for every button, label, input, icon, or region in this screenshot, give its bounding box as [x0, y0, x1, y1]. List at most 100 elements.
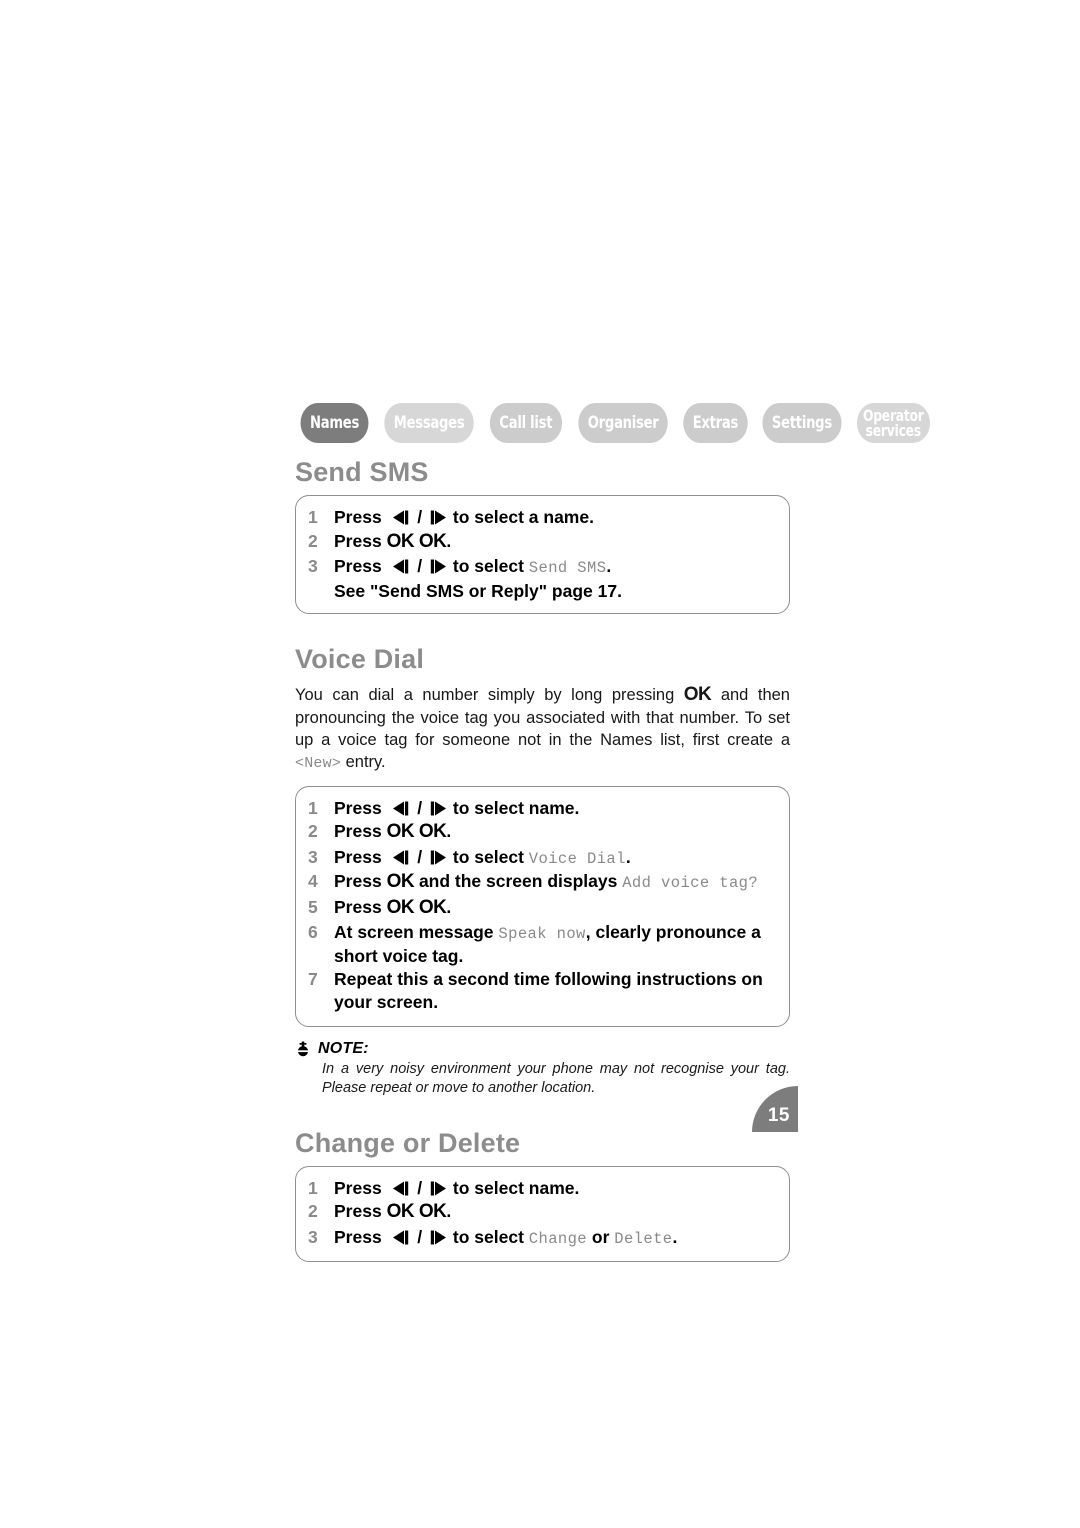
step-item: 5 Press OK OK.: [308, 896, 777, 921]
left-arrow-icon: [392, 559, 411, 574]
step-tail: .: [446, 1201, 452, 1222]
step-item: 3 Press / to select Voice Dial.: [308, 846, 777, 869]
step-action: to select: [452, 846, 524, 867]
note-header: NOTE:: [295, 1040, 790, 1058]
step-text: Press / to select name.: [334, 797, 777, 820]
step-verb: Press: [334, 507, 382, 528]
tab-settings[interactable]: Settings: [762, 403, 842, 443]
step-text: Press OK OK.: [334, 820, 777, 845]
step-text: At screen message Speak now, clearly pro…: [334, 921, 777, 967]
step-verb: Press: [334, 821, 382, 842]
step-number: 3: [308, 1227, 318, 1248]
steps-box-send-sms: 1 Press / to select a name. 2 Press OK O…: [295, 495, 790, 615]
step-tail: .: [446, 530, 452, 551]
step-text: Repeat this a second time following inst…: [334, 969, 763, 1013]
arrow-separator: /: [417, 1177, 423, 1198]
step-text: Press / to select name.: [334, 1177, 777, 1200]
step-text: Press / to select Send SMS.: [334, 555, 777, 578]
right-arrow-icon: [428, 559, 447, 574]
step-text: Press / to select a name.: [334, 506, 777, 529]
step-text: Press OK OK.: [334, 530, 777, 555]
step-item: 3 Press / to select Change or Delete.: [308, 1226, 777, 1249]
step-number: 3: [308, 846, 318, 867]
step-verb: Press: [334, 1177, 382, 1198]
arrow-separator: /: [417, 797, 423, 818]
step-action: to select: [452, 1227, 524, 1248]
tab-operator-services[interactable]: Operator services: [856, 403, 930, 443]
menu-string-delete: Delete: [614, 1230, 673, 1249]
tab-call-list[interactable]: Call list: [490, 403, 562, 443]
step-action: to select: [452, 556, 524, 577]
step-item: 3 Press / to select Send SMS.: [308, 555, 777, 578]
paragraph-text-part3: entry.: [341, 752, 386, 771]
ok-key-icon: OK OK: [386, 1201, 447, 1223]
paragraph-text-part1: You can dial a number simply by long pre…: [295, 686, 684, 705]
step-text: Press / to select Voice Dial.: [334, 846, 777, 869]
step-item: 2 Press OK OK.: [308, 820, 777, 845]
arrow-separator: /: [417, 846, 423, 867]
step-item: 1 Press / to select name.: [308, 797, 777, 820]
menu-string-new: <New>: [295, 754, 342, 772]
step-joiner: or: [591, 1227, 610, 1248]
tab-messages-label: Messages: [393, 412, 465, 433]
section-navigation-tabs: Names Messages Call list Organiser Extra…: [295, 403, 930, 443]
ok-key-icon: OK: [683, 684, 712, 706]
left-arrow-icon: [392, 850, 411, 865]
step-item: 4 Press OK and the screen displays Add v…: [308, 870, 777, 895]
arrow-separator: /: [417, 556, 423, 577]
heading-voice-dial: Voice Dial: [295, 644, 425, 675]
step-item: 2 Press OK OK.: [308, 1200, 777, 1225]
note-label: NOTE:: [318, 1039, 369, 1057]
step-number: 2: [308, 530, 318, 551]
step-action: and the screen displays: [418, 871, 618, 892]
step-verb: Press: [334, 896, 382, 917]
menu-string-change: Change: [528, 1230, 588, 1249]
note-text: In a very noisy environment your phone m…: [322, 1060, 790, 1096]
tab-names-label: Names: [309, 412, 360, 433]
right-arrow-icon: [428, 510, 447, 525]
paragraph-voice-dial: You can dial a number simply by long pre…: [295, 682, 790, 773]
step-number: 7: [308, 969, 318, 990]
step-verb: Press: [334, 1201, 382, 1222]
note-block: NOTE: In a very noisy environment your p…: [295, 1040, 790, 1098]
tab-names[interactable]: Names: [300, 403, 369, 443]
step-tail: .: [606, 556, 612, 577]
tab-messages[interactable]: Messages: [384, 403, 474, 443]
tab-extras[interactable]: Extras: [683, 403, 748, 443]
step-number: 3: [308, 556, 318, 577]
ok-key-icon: OK OK: [386, 896, 447, 918]
right-arrow-icon: [428, 1181, 447, 1196]
tab-organiser-label: Organiser: [587, 412, 659, 433]
step-item: 1 Press / to select a name.: [308, 506, 777, 529]
left-arrow-icon: [392, 510, 411, 525]
step-number: 1: [308, 507, 318, 528]
step-item: 6 At screen message Speak now, clearly p…: [308, 921, 777, 967]
note-key-icon: [295, 1041, 311, 1057]
step-number: 1: [308, 1177, 318, 1198]
arrow-separator: /: [417, 1227, 423, 1248]
menu-string-voice-dial: Voice Dial: [528, 849, 626, 868]
step-verb: Press: [334, 797, 382, 818]
step-item: 1 Press / to select name.: [308, 1177, 777, 1200]
step-verb: Press: [334, 556, 382, 577]
step-subline: See "Send SMS or Reply" page 17.: [334, 580, 622, 601]
ok-key-icon: OK OK: [386, 821, 447, 843]
ok-key-icon: OK: [386, 871, 415, 893]
step-tail: .: [446, 821, 452, 842]
arrow-separator: /: [417, 507, 423, 528]
tab-operator-services-label-line2: services: [865, 421, 921, 440]
step-text: Press OK and the screen displays Add voi…: [334, 870, 777, 895]
step-verb: At screen message: [334, 922, 494, 943]
tab-call-list-label: Call list: [499, 412, 553, 433]
step-number: 2: [308, 821, 318, 842]
step-number: 4: [308, 871, 318, 892]
menu-string-send-sms: Send SMS: [528, 559, 607, 578]
tab-settings-label: Settings: [771, 412, 832, 433]
step-verb: Press: [334, 871, 382, 892]
tab-organiser[interactable]: Organiser: [578, 403, 668, 443]
step-verb: Press: [334, 846, 382, 867]
right-arrow-icon: [428, 850, 447, 865]
menu-string-add-voice-tag: Add voice tag?: [622, 874, 759, 893]
step-text: Press OK OK.: [334, 896, 777, 921]
step-number: 5: [308, 896, 318, 917]
